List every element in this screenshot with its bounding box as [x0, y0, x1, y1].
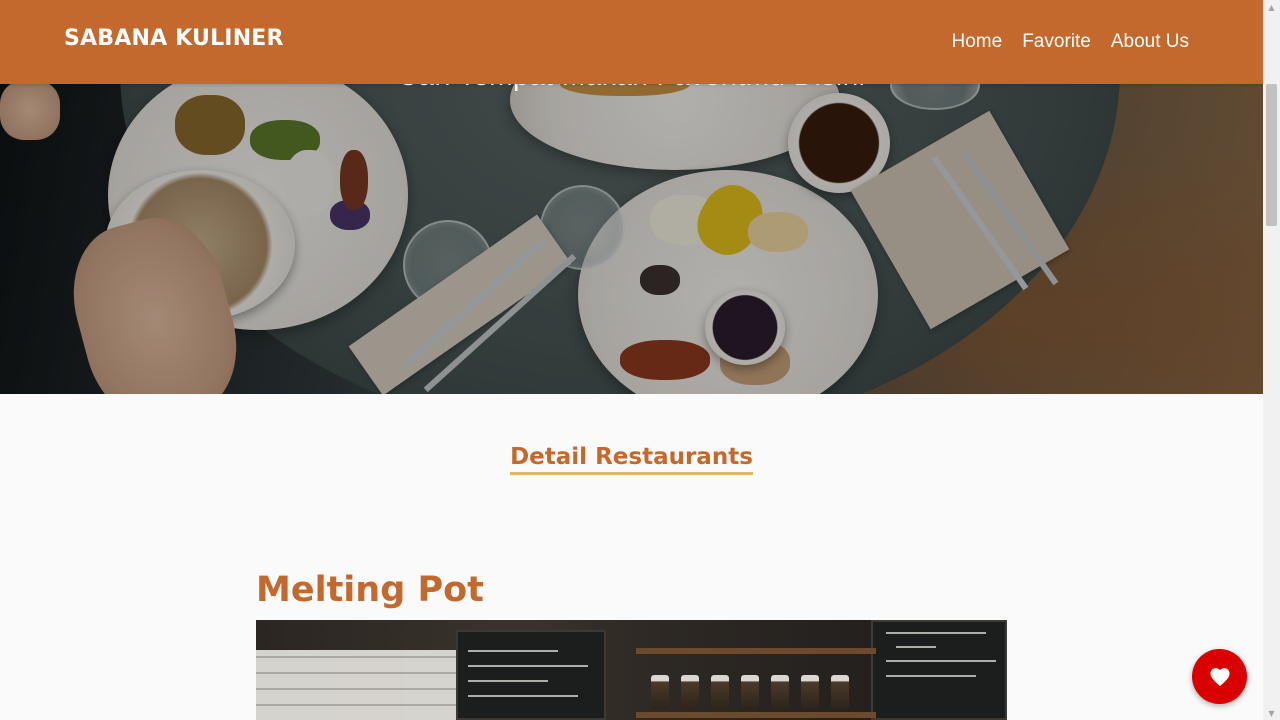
main-content: Detail Restaurants Melting Pot	[0, 394, 1263, 720]
scroll-down-arrow[interactable]: ▼	[1263, 706, 1280, 720]
restaurant-image	[256, 620, 1007, 720]
menu-chalkboard	[871, 620, 1007, 720]
wall-tiles	[256, 650, 466, 720]
menu-chalkboard	[456, 630, 606, 720]
brand-logo[interactable]: SABANA KULINER	[64, 26, 284, 51]
page-scrollbar[interactable]: ▲ ▼	[1263, 0, 1280, 720]
scroll-thumb[interactable]	[1266, 84, 1277, 226]
section-title: Detail Restaurants	[510, 444, 753, 475]
section-title-wrapper: Detail Restaurants	[0, 444, 1263, 475]
shelf	[636, 648, 876, 654]
app-header: SABANA KULINER Home Favorite About Us	[0, 0, 1263, 84]
nav-favorite[interactable]: Favorite	[1022, 31, 1091, 53]
shelf	[636, 712, 876, 718]
scroll-up-arrow[interactable]: ▲	[1263, 0, 1280, 14]
favorite-button[interactable]	[1192, 649, 1247, 704]
nav-about-us[interactable]: About Us	[1111, 31, 1189, 53]
main-nav: Home Favorite About Us	[952, 31, 1189, 53]
nav-home[interactable]: Home	[952, 31, 1003, 53]
heart-icon	[1209, 667, 1230, 686]
restaurant-name: Melting Pot	[256, 570, 484, 610]
